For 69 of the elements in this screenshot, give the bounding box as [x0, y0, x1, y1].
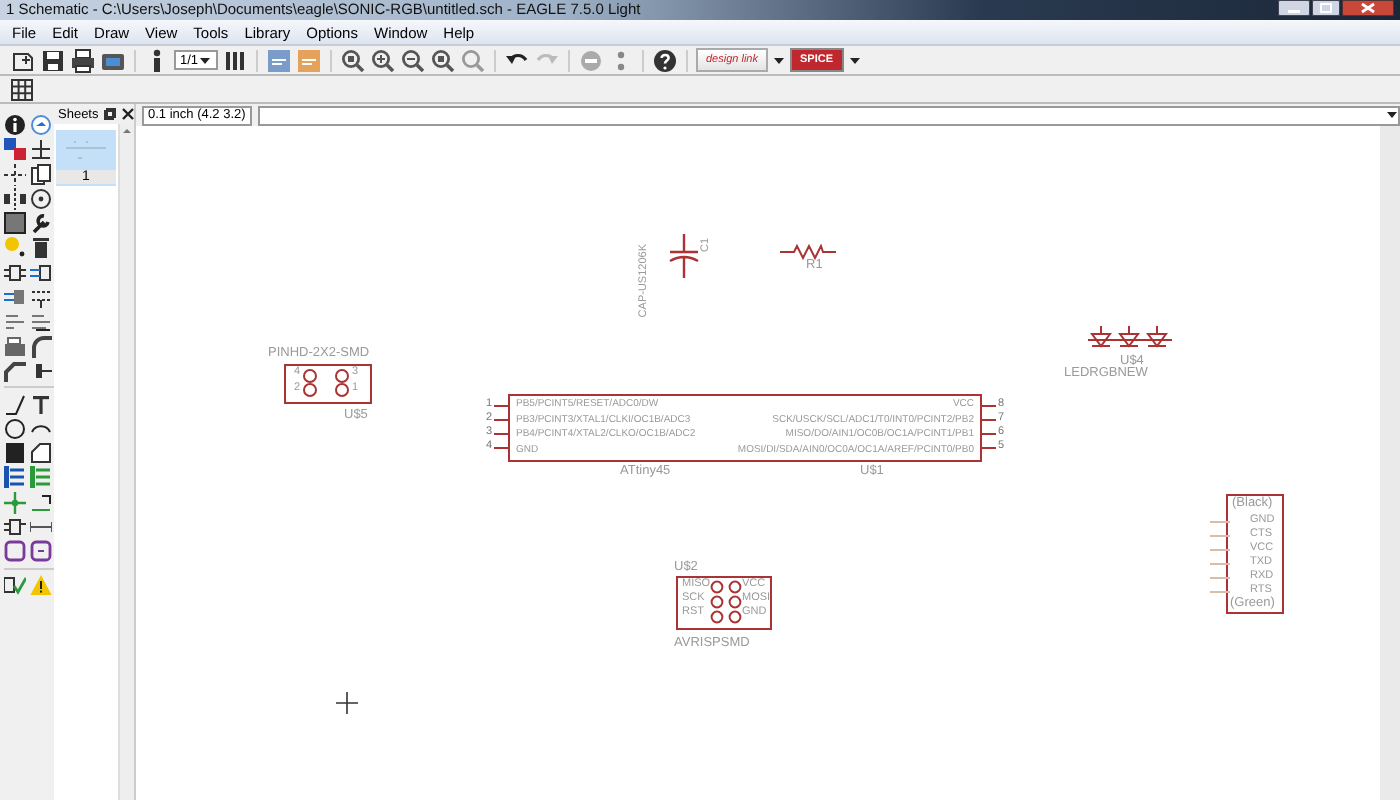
pin-line — [1210, 562, 1230, 566]
pin-line — [494, 432, 508, 436]
mirror-icon[interactable] — [4, 187, 26, 210]
warning-icon[interactable] — [30, 573, 52, 596]
isp-outline — [676, 576, 772, 630]
scroll-up-icon[interactable] — [120, 124, 134, 136]
help-icon[interactable] — [652, 47, 678, 73]
scrollbar[interactable] — [118, 124, 134, 800]
columns-icon[interactable] — [222, 47, 248, 73]
pin-line — [1210, 576, 1230, 580]
pin-line — [982, 432, 996, 436]
bus-icon[interactable] — [4, 466, 26, 489]
copy-icon[interactable] — [30, 163, 52, 186]
pin-line — [494, 446, 508, 450]
info-icon[interactable] — [4, 114, 26, 136]
pad-column-drawing — [710, 580, 724, 624]
pin-line — [982, 446, 996, 450]
miter-icon[interactable] — [30, 335, 52, 358]
save-icon[interactable] — [40, 47, 66, 73]
open-file-icon[interactable] — [10, 47, 36, 73]
print-icon[interactable] — [70, 47, 96, 73]
command-field[interactable] — [257, 105, 1400, 125]
wrench-icon[interactable] — [30, 212, 52, 235]
crosshair-cursor-icon — [336, 692, 358, 714]
pin-line — [982, 418, 996, 422]
schematic-icon[interactable] — [266, 47, 292, 73]
pin-line — [494, 404, 508, 408]
trash-icon[interactable] — [30, 236, 52, 259]
minimize-icon[interactable] — [1278, 0, 1310, 16]
grid-icon[interactable] — [10, 77, 34, 101]
zoom-in-icon[interactable] — [370, 47, 396, 73]
caret-icon[interactable] — [1386, 110, 1398, 120]
caret-icon[interactable] — [772, 52, 786, 68]
maximize-icon[interactable] — [1312, 0, 1340, 16]
pin-line — [494, 418, 508, 422]
circle-icon[interactable] — [4, 417, 26, 440]
dot-icon[interactable] — [4, 236, 26, 259]
pin-line — [1210, 534, 1230, 538]
text-tool-icon[interactable] — [30, 393, 52, 416]
pin-line — [1210, 520, 1230, 524]
pin-line — [1210, 590, 1230, 594]
caret-icon[interactable] — [198, 52, 213, 68]
layers-icon[interactable] — [4, 138, 26, 161]
resistor-symbol — [780, 244, 836, 260]
float-icon[interactable] — [104, 108, 117, 120]
line-icon[interactable] — [4, 393, 26, 416]
rectangle-icon[interactable] — [4, 442, 26, 465]
close-icon[interactable] — [1342, 0, 1394, 16]
zoom-fit-icon[interactable] — [340, 47, 366, 73]
scrollbar[interactable] — [1380, 126, 1400, 800]
check-icon[interactable] — [4, 573, 26, 596]
pad-pair-drawing — [334, 368, 350, 398]
zoom-out-icon[interactable] — [400, 47, 426, 73]
pin-line — [982, 404, 996, 408]
group-icon[interactable] — [4, 212, 26, 235]
close-icon[interactable] — [122, 108, 135, 120]
header-outline — [284, 364, 372, 404]
frame-icon[interactable] — [30, 540, 52, 563]
pad-pair-drawing — [302, 368, 318, 398]
pad-column-drawing — [727, 580, 741, 624]
connector-outline — [1226, 494, 1284, 614]
split-icon[interactable] — [4, 359, 26, 382]
component-icon[interactable] — [4, 261, 26, 284]
frame-icon[interactable] — [4, 540, 26, 563]
capacitor-symbol — [668, 234, 700, 278]
rotate-icon[interactable] — [30, 187, 52, 210]
pin-line — [1210, 548, 1230, 552]
zoom-select-icon[interactable] — [430, 47, 456, 73]
move-icon[interactable] — [4, 163, 26, 186]
